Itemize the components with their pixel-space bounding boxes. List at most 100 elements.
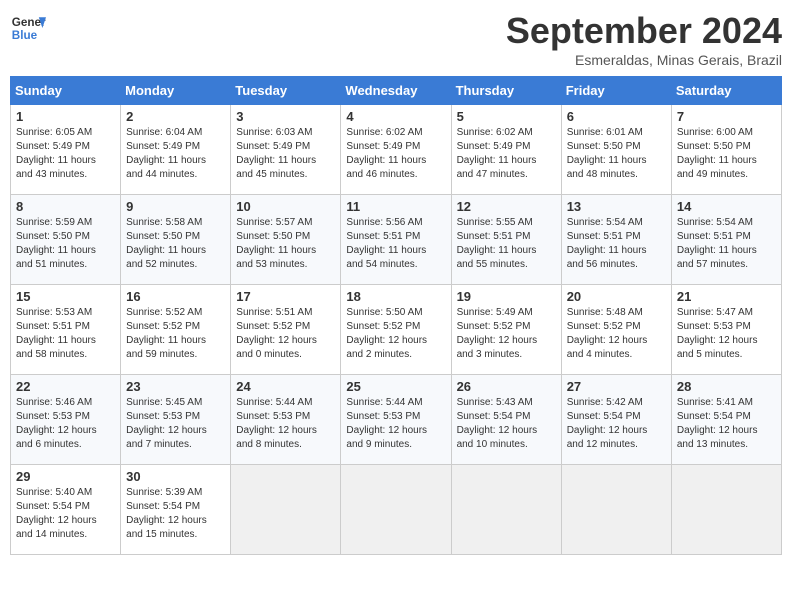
day-number: 15 <box>16 289 115 304</box>
day-info: Sunrise: 5:48 AM Sunset: 5:52 PM Dayligh… <box>567 306 666 362</box>
day-info: Sunrise: 5:43 AM Sunset: 5:54 PM Dayligh… <box>457 396 556 452</box>
day-info: Sunrise: 5:58 AM Sunset: 5:50 PM Dayligh… <box>126 216 225 272</box>
calendar-cell <box>671 465 781 555</box>
day-number: 29 <box>16 469 115 484</box>
calendar-cell: 14 Sunrise: 5:54 AM Sunset: 5:51 PM Dayli… <box>671 195 781 285</box>
calendar-header: SundayMondayTuesdayWednesdayThursdayFrid… <box>11 77 782 105</box>
calendar-cell: 21 Sunrise: 5:47 AM Sunset: 5:53 PM Dayli… <box>671 285 781 375</box>
day-number: 9 <box>126 199 225 214</box>
location-subtitle: Esmeraldas, Minas Gerais, Brazil <box>506 52 782 68</box>
day-info: Sunrise: 6:02 AM Sunset: 5:49 PM Dayligh… <box>457 126 556 182</box>
calendar-cell: 13Sunrise: 5:54 AM Sunset: 5:51 PM Dayli… <box>561 195 671 285</box>
day-info: Sunrise: 6:04 AM Sunset: 5:49 PM Dayligh… <box>126 126 225 182</box>
calendar-cell: 24Sunrise: 5:44 AM Sunset: 5:53 PM Dayli… <box>231 375 341 465</box>
calendar-cell: 6Sunrise: 6:01 AM Sunset: 5:50 PM Daylig… <box>561 105 671 195</box>
calendar-cell: 19Sunrise: 5:49 AM Sunset: 5:52 PM Dayli… <box>451 285 561 375</box>
calendar-week-row: 8Sunrise: 5:59 AM Sunset: 5:50 PM Daylig… <box>11 195 782 285</box>
calendar-week-row: 29 Sunrise: 5:40 AM Sunset: 5:54 PM Dayli… <box>11 465 782 555</box>
day-number: 14 <box>677 199 776 214</box>
day-info: Sunrise: 6:01 AM Sunset: 5:50 PM Dayligh… <box>567 126 666 182</box>
page-header: General Blue September 2024 Esmeraldas, … <box>10 10 782 68</box>
calendar-cell: 27Sunrise: 5:42 AM Sunset: 5:54 PM Dayli… <box>561 375 671 465</box>
day-info: Sunrise: 5:53 AM Sunset: 5:51 PM Dayligh… <box>16 306 115 362</box>
calendar-cell: 15 Sunrise: 5:53 AM Sunset: 5:51 PM Dayli… <box>11 285 121 375</box>
day-info: Sunrise: 6:00 AM Sunset: 5:50 PM Dayligh… <box>677 126 776 182</box>
day-info: Sunrise: 5:59 AM Sunset: 5:50 PM Dayligh… <box>16 216 115 272</box>
calendar-cell: 26 Sunrise: 5:43 AM Sunset: 5:54 PM Dayli… <box>451 375 561 465</box>
day-info: Sunrise: 6:05 AM Sunset: 5:49 PM Dayligh… <box>16 126 115 182</box>
day-info: Sunrise: 5:52 AM Sunset: 5:52 PM Dayligh… <box>126 306 225 362</box>
day-number: 17 <box>236 289 335 304</box>
day-number: 28 <box>677 379 776 394</box>
calendar-cell: 25 Sunrise: 5:44 AM Sunset: 5:53 PM Dayli… <box>341 375 451 465</box>
day-number: 22 <box>16 379 115 394</box>
calendar-cell <box>451 465 561 555</box>
day-number: 1 <box>16 109 115 124</box>
day-number: 4 <box>346 109 445 124</box>
calendar-week-row: 22 Sunrise: 5:46 AM Sunset: 5:53 PM Dayli… <box>11 375 782 465</box>
calendar-cell: 9 Sunrise: 5:58 AM Sunset: 5:50 PM Daylig… <box>121 195 231 285</box>
day-info: Sunrise: 5:49 AM Sunset: 5:52 PM Dayligh… <box>457 306 556 362</box>
logo: General Blue <box>10 10 46 46</box>
calendar-cell: 8Sunrise: 5:59 AM Sunset: 5:50 PM Daylig… <box>11 195 121 285</box>
calendar-cell: 16 Sunrise: 5:52 AM Sunset: 5:52 PM Dayli… <box>121 285 231 375</box>
day-number: 12 <box>457 199 556 214</box>
calendar-cell: 1 Sunrise: 6:05 AM Sunset: 5:49 PM Daylig… <box>11 105 121 195</box>
calendar-cell: 22 Sunrise: 5:46 AM Sunset: 5:53 PM Dayli… <box>11 375 121 465</box>
calendar-cell: 12 Sunrise: 5:55 AM Sunset: 5:51 PM Dayli… <box>451 195 561 285</box>
day-number: 16 <box>126 289 225 304</box>
logo-icon: General Blue <box>10 10 46 46</box>
day-info: Sunrise: 5:51 AM Sunset: 5:52 PM Dayligh… <box>236 306 335 362</box>
weekday-header-sunday: Sunday <box>11 77 121 105</box>
day-info: Sunrise: 5:50 AM Sunset: 5:52 PM Dayligh… <box>346 306 445 362</box>
weekday-header-thursday: Thursday <box>451 77 561 105</box>
title-block: September 2024 Esmeraldas, Minas Gerais,… <box>506 10 782 68</box>
calendar-week-row: 15 Sunrise: 5:53 AM Sunset: 5:51 PM Dayli… <box>11 285 782 375</box>
svg-text:Blue: Blue <box>12 29 38 42</box>
day-info: Sunrise: 5:42 AM Sunset: 5:54 PM Dayligh… <box>567 396 666 452</box>
calendar-cell: 18 Sunrise: 5:50 AM Sunset: 5:52 PM Dayli… <box>341 285 451 375</box>
day-info: Sunrise: 5:55 AM Sunset: 5:51 PM Dayligh… <box>457 216 556 272</box>
weekday-header-tuesday: Tuesday <box>231 77 341 105</box>
day-info: Sunrise: 5:57 AM Sunset: 5:50 PM Dayligh… <box>236 216 335 272</box>
day-info: Sunrise: 5:54 AM Sunset: 5:51 PM Dayligh… <box>677 216 776 272</box>
calendar-table: SundayMondayTuesdayWednesdayThursdayFrid… <box>10 76 782 555</box>
day-info: Sunrise: 5:44 AM Sunset: 5:53 PM Dayligh… <box>346 396 445 452</box>
calendar-cell: 11 Sunrise: 5:56 AM Sunset: 5:51 PM Dayli… <box>341 195 451 285</box>
day-number: 25 <box>346 379 445 394</box>
calendar-week-row: 1 Sunrise: 6:05 AM Sunset: 5:49 PM Daylig… <box>11 105 782 195</box>
month-title: September 2024 <box>506 10 782 52</box>
calendar-cell <box>341 465 451 555</box>
day-info: Sunrise: 5:39 AM Sunset: 5:54 PM Dayligh… <box>126 486 225 542</box>
day-number: 7 <box>677 109 776 124</box>
day-info: Sunrise: 5:47 AM Sunset: 5:53 PM Dayligh… <box>677 306 776 362</box>
calendar-cell: 30 Sunrise: 5:39 AM Sunset: 5:54 PM Dayli… <box>121 465 231 555</box>
day-info: Sunrise: 5:44 AM Sunset: 5:53 PM Dayligh… <box>236 396 335 452</box>
day-number: 30 <box>126 469 225 484</box>
day-number: 10 <box>236 199 335 214</box>
day-number: 11 <box>346 199 445 214</box>
day-number: 3 <box>236 109 335 124</box>
day-number: 21 <box>677 289 776 304</box>
calendar-cell: 23 Sunrise: 5:45 AM Sunset: 5:53 PM Dayli… <box>121 375 231 465</box>
weekday-header-row: SundayMondayTuesdayWednesdayThursdayFrid… <box>11 77 782 105</box>
weekday-header-friday: Friday <box>561 77 671 105</box>
calendar-cell: 7 Sunrise: 6:00 AM Sunset: 5:50 PM Daylig… <box>671 105 781 195</box>
calendar-cell: 10 Sunrise: 5:57 AM Sunset: 5:50 PM Dayli… <box>231 195 341 285</box>
day-info: Sunrise: 5:40 AM Sunset: 5:54 PM Dayligh… <box>16 486 115 542</box>
calendar-cell: 17 Sunrise: 5:51 AM Sunset: 5:52 PM Dayli… <box>231 285 341 375</box>
day-number: 26 <box>457 379 556 394</box>
calendar-cell: 5Sunrise: 6:02 AM Sunset: 5:49 PM Daylig… <box>451 105 561 195</box>
calendar-cell: 3Sunrise: 6:03 AM Sunset: 5:49 PM Daylig… <box>231 105 341 195</box>
calendar-cell <box>231 465 341 555</box>
day-info: Sunrise: 5:46 AM Sunset: 5:53 PM Dayligh… <box>16 396 115 452</box>
day-number: 18 <box>346 289 445 304</box>
weekday-header-monday: Monday <box>121 77 231 105</box>
day-info: Sunrise: 5:45 AM Sunset: 5:53 PM Dayligh… <box>126 396 225 452</box>
calendar-body: 1 Sunrise: 6:05 AM Sunset: 5:49 PM Daylig… <box>11 105 782 555</box>
day-info: Sunrise: 5:56 AM Sunset: 5:51 PM Dayligh… <box>346 216 445 272</box>
day-number: 13 <box>567 199 666 214</box>
calendar-cell: 29 Sunrise: 5:40 AM Sunset: 5:54 PM Dayli… <box>11 465 121 555</box>
weekday-header-wednesday: Wednesday <box>341 77 451 105</box>
day-number: 23 <box>126 379 225 394</box>
